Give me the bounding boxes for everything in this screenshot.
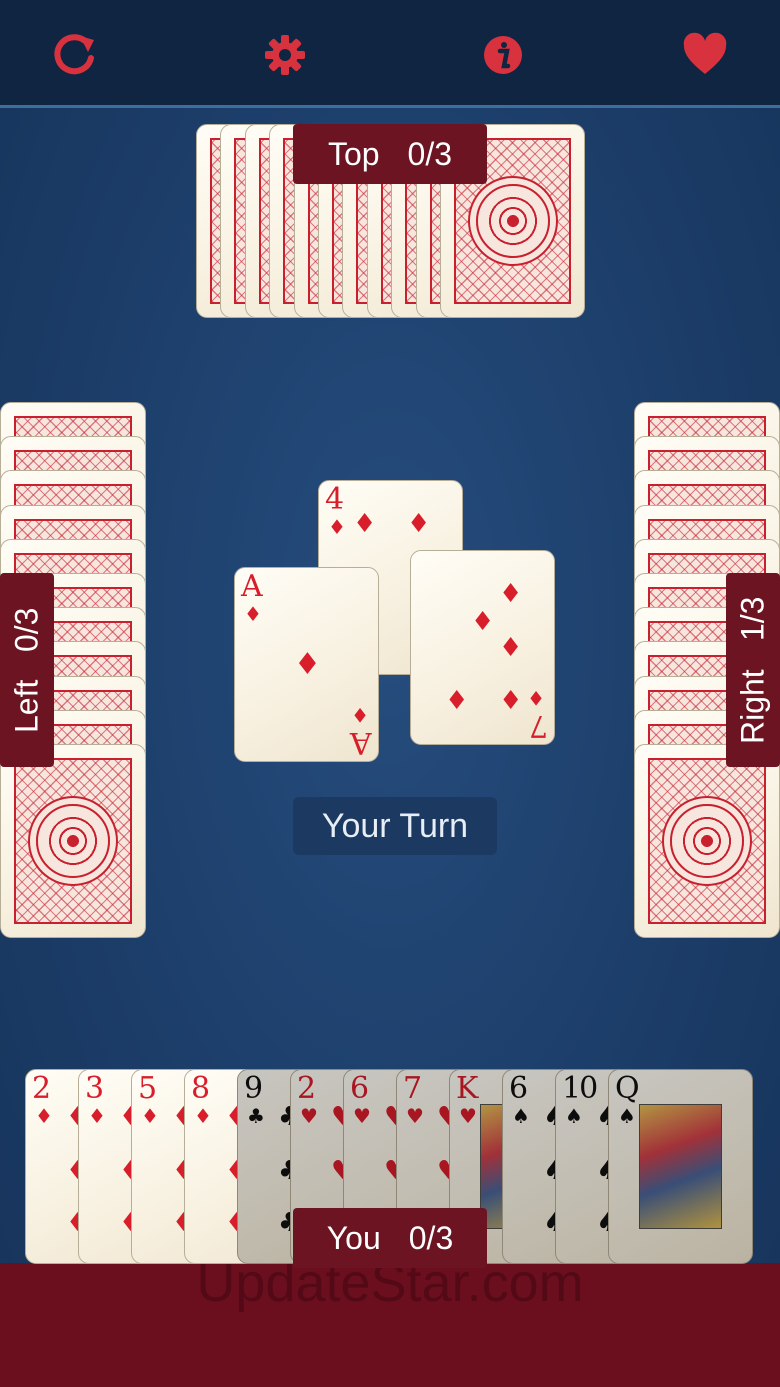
card-suit: ♠ [512,1104,530,1128]
card-rank: 4 [325,482,344,517]
card-rank: 8 [191,1071,210,1106]
card-suit-bottom: ♦ [527,686,545,710]
card-rank: 3 [85,1071,104,1106]
card-rank: 6 [509,1071,528,1106]
card-rank: 5 [138,1071,157,1106]
card-rank: 7 [403,1071,422,1106]
left-player-name: Left [8,679,45,733]
card-suit: ♥ [353,1104,371,1128]
card-rank: 2 [32,1071,51,1106]
right-player-score: 1/3 [734,596,771,641]
card-rank: 10 [562,1071,598,1106]
court-art [639,1104,722,1229]
card-suit-bottom: ♦ [351,703,369,727]
card-suit: ♣ [247,1104,265,1128]
diamond-pip: ♦ [499,633,523,663]
card-rank-bottom: 7 [530,708,548,743]
left-player-score: 0/3 [8,607,45,652]
card-rank: 6 [350,1071,369,1106]
diamond-pip: ♦ [445,683,469,713]
diamond-pip: ♦ [471,607,495,637]
heart-icon[interactable] [680,30,730,80]
card-suit: ♦ [88,1104,106,1128]
trick-card-right: ♦ ♦ ♦ ♦ ♦ 7 ♦ [410,550,555,745]
right-player-label: Right 1/3 [726,573,780,767]
card-suit: ♦ [194,1104,212,1128]
right-player-name: Right [734,668,771,744]
diamond-pip: ♦ [499,579,523,609]
card-rank: 9 [244,1071,263,1106]
diamond-pip: ♦ [294,647,321,682]
card-rank: A [241,569,263,604]
card-rank: Q [615,1071,640,1106]
card-suit: ♥ [459,1104,477,1128]
hand-card[interactable]: Q ♠ [608,1069,753,1264]
card-rank: K [456,1071,478,1106]
diamond-pip: ♦ [353,509,377,539]
card-rank-bottom: A [352,725,372,760]
card-rank: 2 [297,1071,316,1106]
card-suit: ♥ [300,1104,318,1128]
left-player-label: Left 0/3 [0,573,54,767]
turn-status: Your Turn [293,797,497,855]
top-player-score: 0/3 [407,135,453,172]
card-suit: ♦ [35,1104,53,1128]
you-player-name: You [326,1219,381,1256]
you-player-label: You 0/3 [293,1208,487,1268]
card-back [0,744,146,938]
card-suit: ♦ [244,602,262,626]
card-suit: ♦ [328,515,346,539]
trick-card-left: A ♦ ♦ A ♦ [234,567,379,762]
top-toolbar [0,0,780,108]
card-suit: ♥ [406,1104,424,1128]
refresh-icon[interactable] [50,30,100,80]
you-player-score: 0/3 [408,1219,454,1256]
card-suit: ♠ [618,1104,636,1128]
card-back [634,744,780,938]
card-suit: ♦ [141,1104,159,1128]
diamond-pip: ♦ [407,509,431,539]
info-icon[interactable] [478,30,528,80]
gear-icon[interactable] [260,30,310,80]
diamond-pip: ♦ [499,683,523,713]
top-player-label: Top 0/3 [293,124,487,184]
top-player-name: Top [327,135,380,172]
card-suit: ♠ [565,1104,583,1128]
